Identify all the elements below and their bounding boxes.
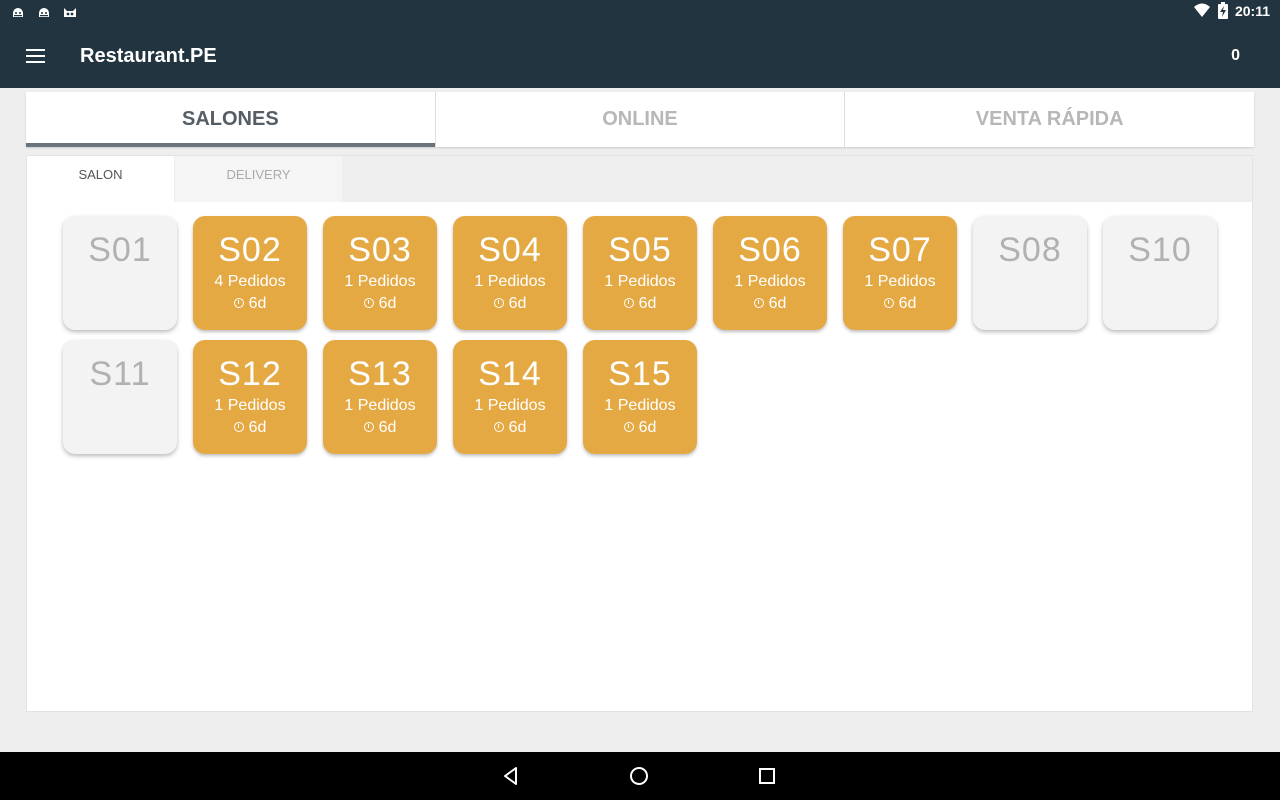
- table-elapsed: 6d: [323, 293, 437, 315]
- order-counter[interactable]: 0: [1231, 47, 1240, 65]
- table-orders: 1 Pedidos: [734, 273, 806, 290]
- table-code: S08: [998, 231, 1062, 269]
- table-tile[interactable]: S01: [63, 216, 177, 330]
- table-orders: 1 Pedidos: [864, 273, 936, 290]
- clock-icon: [493, 298, 504, 308]
- clock-icon: [623, 422, 634, 432]
- tab-venta-rapida-label: VENTA RÁPIDA: [975, 108, 1124, 130]
- table-elapsed: 6d: [323, 417, 437, 439]
- cat-icon: [64, 8, 76, 17]
- table-orders: 1 Pedidos: [344, 273, 416, 290]
- table-elapsed: 6d: [843, 293, 957, 315]
- android-debug-icon: [13, 8, 23, 17]
- tab-salones[interactable]: SALONES: [26, 92, 436, 147]
- table-tile[interactable]: S12 1 Pedidos 6d: [193, 340, 307, 454]
- table-elapsed-value: 6d: [638, 295, 657, 312]
- table-code: S01: [88, 231, 152, 269]
- table-code: S12: [218, 355, 282, 393]
- system-indicators: 20:11: [1193, 2, 1270, 20]
- table-elapsed: 6d: [453, 417, 567, 439]
- table-orders: 1 Pedidos: [214, 397, 286, 414]
- clock-time: 20:11: [1234, 3, 1270, 19]
- table-tile[interactable]: S05 1 Pedidos 6d: [583, 216, 697, 330]
- table-elapsed-value: 6d: [378, 295, 397, 312]
- table-tile[interactable]: S13 1 Pedidos 6d: [323, 340, 437, 454]
- table-elapsed-value: 6d: [638, 419, 657, 436]
- table-tile[interactable]: S14 1 Pedidos 6d: [453, 340, 567, 454]
- table-elapsed-value: 6d: [378, 419, 397, 436]
- main-tabs: SALONES ONLINE VENTA RÁPIDA: [26, 92, 1254, 147]
- tab-venta-rapida[interactable]: VENTA RÁPIDA: [845, 92, 1254, 147]
- subtab-delivery[interactable]: DELIVERY: [175, 156, 342, 202]
- subtab-salon[interactable]: SALON: [27, 156, 174, 202]
- battery-charging-icon: [1217, 2, 1228, 19]
- table-tile[interactable]: S15 1 Pedidos 6d: [583, 340, 697, 454]
- menu-icon[interactable]: [24, 44, 48, 68]
- table-tile[interactable]: S03 1 Pedidos 6d: [323, 216, 437, 330]
- table-elapsed-value: 6d: [508, 295, 527, 312]
- table-tile[interactable]: S08: [973, 216, 1087, 330]
- table-code: S11: [89, 355, 151, 393]
- notification-icons: [10, 4, 78, 20]
- table-elapsed-value: 6d: [248, 419, 267, 436]
- table-elapsed-value: 6d: [248, 295, 267, 312]
- table-code: S04: [478, 231, 542, 269]
- table-elapsed-value: 6d: [768, 295, 787, 312]
- table-orders: 4 Pedidos: [214, 273, 286, 290]
- android-debug-icon: [39, 8, 49, 17]
- table-code: S02: [218, 231, 282, 269]
- table-code: S10: [1128, 231, 1192, 269]
- navigation-bar: [0, 752, 1280, 800]
- table-tile[interactable]: S07 1 Pedidos 6d: [843, 216, 957, 330]
- clock-icon: [233, 422, 244, 432]
- table-elapsed: 6d: [583, 293, 697, 315]
- wifi-icon: [1193, 3, 1210, 17]
- table-elapsed: 6d: [453, 293, 567, 315]
- table-code: S07: [868, 231, 932, 269]
- home-icon[interactable]: [627, 764, 651, 788]
- table-code: S13: [348, 355, 412, 393]
- tab-salones-label: SALONES: [181, 108, 279, 130]
- sub-tabs: SALON DELIVERY: [27, 156, 1252, 202]
- table-code: S06: [738, 231, 802, 269]
- clock-icon: [623, 298, 634, 308]
- content-panel: SALON DELIVERY S01 S02 4 Pedidos 6d S03 1 Ped…: [26, 155, 1253, 712]
- active-tab-indicator: [26, 143, 435, 147]
- table-tile[interactable]: S02 4 Pedidos 6d: [193, 216, 307, 330]
- tab-online-label: ONLINE: [602, 108, 678, 130]
- table-elapsed-value: 6d: [898, 295, 917, 312]
- table-tile[interactable]: S06 1 Pedidos 6d: [713, 216, 827, 330]
- table-elapsed: 6d: [583, 417, 697, 439]
- table-code: S05: [608, 231, 672, 269]
- table-code: S14: [478, 355, 542, 393]
- table-elapsed: 6d: [713, 293, 827, 315]
- clock-icon: [753, 298, 764, 308]
- table-orders: 1 Pedidos: [344, 397, 416, 414]
- table-orders: 1 Pedidos: [604, 273, 676, 290]
- table-code: S15: [608, 355, 672, 393]
- status-bar: 20:11: [0, 0, 1280, 24]
- table-elapsed: 6d: [193, 417, 307, 439]
- table-tile[interactable]: S11: [63, 340, 177, 454]
- table-tile[interactable]: S04 1 Pedidos 6d: [453, 216, 567, 330]
- table-orders: 1 Pedidos: [604, 397, 676, 414]
- table-orders: 1 Pedidos: [474, 397, 546, 414]
- app-title: Restaurant.PE: [80, 45, 217, 67]
- table-code: S03: [348, 231, 412, 269]
- back-icon[interactable]: [499, 764, 523, 788]
- table-elapsed: 6d: [193, 293, 307, 315]
- clock-icon: [883, 298, 894, 308]
- recents-icon[interactable]: [755, 764, 779, 788]
- clock-icon: [233, 298, 244, 308]
- clock-icon: [493, 422, 504, 432]
- table-orders: 1 Pedidos: [474, 273, 546, 290]
- clock-icon: [363, 422, 374, 432]
- table-tile[interactable]: S10: [1103, 216, 1217, 330]
- table-elapsed-value: 6d: [508, 419, 527, 436]
- clock-icon: [363, 298, 374, 308]
- app-bar: Restaurant.PE 0: [0, 24, 1280, 88]
- tab-online[interactable]: ONLINE: [436, 92, 846, 147]
